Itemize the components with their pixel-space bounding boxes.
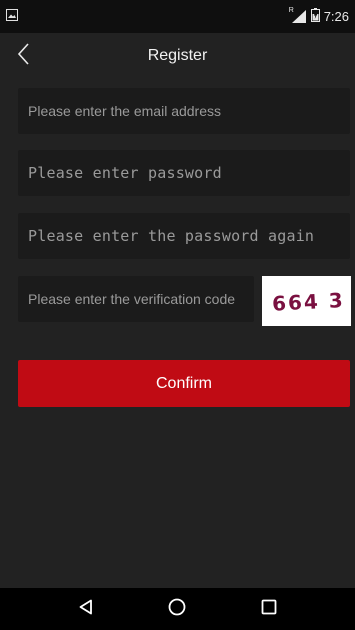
nav-home-button[interactable] <box>157 591 197 627</box>
verification-field <box>18 276 254 322</box>
password-field <box>18 150 350 196</box>
signal-icon: R <box>288 7 307 23</box>
captcha-image[interactable]: 664 3 <box>262 276 351 326</box>
password-input[interactable] <box>28 164 350 182</box>
nav-back-button[interactable] <box>66 591 106 627</box>
nav-recents-button[interactable] <box>249 591 289 627</box>
email-input[interactable] <box>28 103 350 119</box>
back-button[interactable] <box>10 41 36 71</box>
roaming-indicator: R <box>288 7 294 14</box>
status-left <box>6 8 18 26</box>
captcha-text: 664 3 <box>271 288 345 316</box>
confirm-button[interactable]: Confirm <box>18 360 350 407</box>
status-bar: R 7:26 <box>0 0 355 33</box>
image-notification-icon <box>6 8 18 26</box>
verification-input[interactable] <box>28 291 254 307</box>
header: Register <box>0 33 355 78</box>
navigation-bar <box>0 588 355 630</box>
back-arrow-icon <box>16 42 30 71</box>
page-title: Register <box>147 46 208 64</box>
password-again-field <box>18 213 350 259</box>
back-triangle-icon <box>78 599 94 620</box>
status-time: 7:26 <box>323 9 349 24</box>
recents-square-icon <box>261 599 277 620</box>
register-screen: Register 664 3 Confirm <box>0 33 355 588</box>
battery-icon <box>310 8 320 25</box>
password-again-input[interactable] <box>28 227 350 245</box>
status-right: R 7:26 <box>288 7 349 25</box>
home-circle-icon <box>168 598 186 621</box>
email-field <box>18 88 350 134</box>
